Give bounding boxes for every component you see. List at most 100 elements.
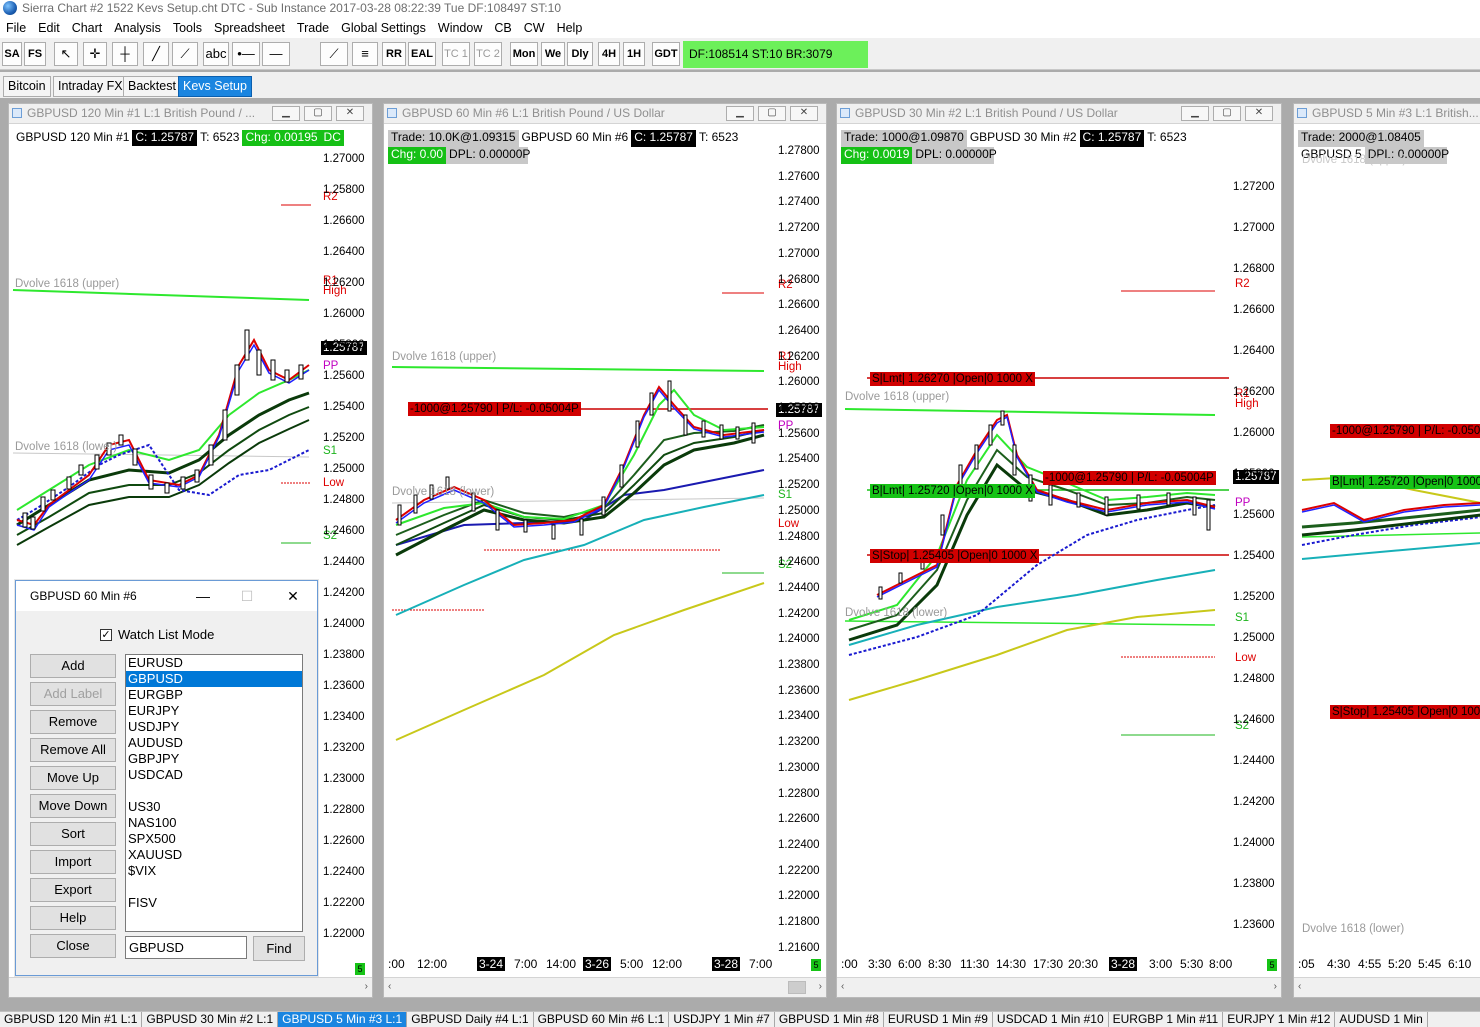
menu-chart[interactable]: Chart <box>66 19 109 38</box>
dialog-title-bar[interactable]: GBPUSD 60 Min #6 — ☐ ✕ <box>16 581 317 611</box>
scroll-right-icon[interactable]: › <box>365 981 368 992</box>
scroll-thumb[interactable] <box>788 981 806 994</box>
position-pl-label[interactable]: -1000@1.25790 | P/L: -0.05004P <box>1043 471 1216 485</box>
bottom-tab[interactable]: GBPUSD 1 Min #8 <box>775 1012 884 1027</box>
remove-all-button[interactable]: Remove All <box>30 738 116 762</box>
bottom-tab[interactable]: USDJPY 1 Min #7 <box>669 1012 775 1027</box>
tab-bitcoin[interactable]: Bitcoin <box>3 76 51 97</box>
close-button[interactable]: ✕ <box>336 106 364 121</box>
menu-analysis[interactable]: Analysis <box>108 19 167 38</box>
list-item[interactable]: SPX500 <box>126 831 302 847</box>
horizontal-line-icon[interactable]: — <box>262 42 290 66</box>
position-pl-label[interactable]: -1000@1.25790 | P/L: -0.0500 <box>1330 424 1480 438</box>
bottom-tab[interactable]: GBPUSD 120 Min #1 L:1 <box>0 1012 143 1027</box>
horizontal-scrollbar[interactable]: ‹ › <box>837 977 1281 997</box>
tab-backtest[interactable]: Backtest <box>123 76 181 97</box>
bottom-tab[interactable]: EURUSD 1 Min #9 <box>884 1012 993 1027</box>
crosshair-icon[interactable]: ✛ <box>83 42 107 66</box>
help-button[interactable]: Help <box>30 906 116 930</box>
bottom-tab[interactable]: GBPUSD 60 Min #6 L:1 <box>534 1012 670 1027</box>
gdt-button[interactable]: GDT <box>652 42 680 66</box>
scroll-right-icon[interactable]: › <box>1274 981 1277 992</box>
fs-button[interactable]: FS <box>24 42 46 66</box>
chart-region-badge[interactable]: 5 <box>355 963 365 975</box>
extended-line-icon[interactable]: ⟋ <box>320 42 348 66</box>
maximize-button[interactable]: ▢ <box>304 106 332 121</box>
1h-button[interactable]: 1H <box>623 42 645 66</box>
horizontal-scrollbar[interactable]: › <box>9 977 372 997</box>
bottom-tab-active[interactable]: GBPUSD 5 Min #3 L:1 <box>278 1012 408 1027</box>
4h-button[interactable]: 4H <box>598 42 620 66</box>
close-button[interactable]: ✕ <box>790 106 818 121</box>
minimize-button[interactable]: ▁ <box>272 106 300 121</box>
tc2-button[interactable]: TC 2 <box>474 42 502 66</box>
chart-plot-area[interactable]: Trade: 2000@1.08405 GBPUSD 5 DPL: 0.0000… <box>1294 125 1480 975</box>
list-item[interactable]: US30 <box>126 799 302 815</box>
menu-spreadsheet[interactable]: Spreadsheet <box>208 19 291 38</box>
sort-button[interactable]: Sort <box>30 822 116 846</box>
tc1-button[interactable]: TC 1 <box>442 42 470 66</box>
calculator-crosshair-icon[interactable]: ┼ <box>112 42 138 66</box>
bottom-tab[interactable]: GBPUSD Daily #4 L:1 <box>407 1012 534 1027</box>
menu-cb[interactable]: CB <box>488 19 517 38</box>
close-button[interactable]: Close <box>30 934 116 958</box>
scroll-left-icon[interactable]: ‹ <box>841 981 844 992</box>
watch-list-mode-checkbox[interactable]: ✓ Watch List Mode <box>100 627 214 642</box>
rr-button[interactable]: RR <box>382 42 406 66</box>
close-icon[interactable]: ✕ <box>271 581 315 611</box>
list-item[interactable] <box>126 879 302 895</box>
buy-limit-order[interactable]: B|Lmt| 1.25720 |Open|0 1000 <box>1330 475 1480 489</box>
chart-title-bar[interactable]: GBPUSD 5 Min #3 L:1 British... <box>1294 104 1480 124</box>
ray-tool-icon[interactable]: ⟋ <box>172 42 198 66</box>
sell-stop-order[interactable]: S|Stop| 1.25405 |Open|0 1000 X <box>870 549 1040 563</box>
list-item[interactable]: EURJPY <box>126 703 302 719</box>
remove-button[interactable]: Remove <box>30 710 116 734</box>
position-pl-label[interactable]: -1000@1.25790 | P/L: -0.05004P <box>408 402 581 416</box>
bottom-tab[interactable]: AUDUSD 1 Min <box>1335 1012 1428 1027</box>
menu-tools[interactable]: Tools <box>167 19 208 38</box>
list-item[interactable]: USDCAD <box>126 767 302 783</box>
list-item[interactable]: FISV <box>126 895 302 911</box>
sa-button[interactable]: SA <box>2 42 22 66</box>
tab-intraday-fx[interactable]: Intraday FX <box>53 76 128 97</box>
chart-region-badge[interactable]: 5 <box>1267 959 1277 971</box>
menu-file[interactable]: File <box>0 19 32 38</box>
horizontal-scrollbar[interactable]: ‹ <box>1294 977 1480 997</box>
list-item[interactable]: NAS100 <box>126 815 302 831</box>
list-item[interactable]: XAUUSD <box>126 847 302 863</box>
checkbox-check-icon[interactable]: ✓ <box>100 628 112 641</box>
chart-region-badge[interactable]: 5 <box>811 959 821 971</box>
symbol-input[interactable]: GBPUSD <box>125 936 247 959</box>
scroll-left-icon[interactable]: ‹ <box>1298 981 1301 992</box>
chart-plot-area[interactable]: Dvolve 1618 (upper) Dvolve 1618 (lower) … <box>837 125 1281 975</box>
menu-help[interactable]: Help <box>551 19 589 38</box>
horizontal-ray-icon[interactable]: •— <box>232 42 260 66</box>
move-up-button[interactable]: Move Up <box>30 766 116 790</box>
maximize-button[interactable]: ▢ <box>1213 106 1241 121</box>
pointer-tool-icon[interactable]: ↖ <box>54 42 78 66</box>
move-down-button[interactable]: Move Down <box>30 794 116 818</box>
find-button[interactable]: Find <box>253 936 305 961</box>
list-item[interactable]: EURUSD <box>126 655 302 671</box>
chart-window-30min[interactable]: GBPUSD 30 Min #2 L:1 British Pound / US … <box>836 103 1282 998</box>
chart-window-60min[interactable]: GBPUSD 60 Min #6 L:1 British Pound / US … <box>383 103 827 998</box>
add-button[interactable]: Add <box>30 654 116 678</box>
fibonacci-icon[interactable]: ≡ <box>352 42 378 66</box>
menu-edit[interactable]: Edit <box>32 19 66 38</box>
list-item[interactable]: USDJPY <box>126 719 302 735</box>
list-item[interactable]: AUDUSD <box>126 735 302 751</box>
minimize-button[interactable]: ▁ <box>726 106 754 121</box>
bottom-tab[interactable]: GBPUSD 30 Min #2 L:1 <box>142 1012 279 1027</box>
chart-plot-area[interactable]: Dvolve 1618 (upper) Dvolve 1618 (lower) … <box>384 125 826 975</box>
list-item[interactable]: $VIX <box>126 863 302 879</box>
list-item[interactable]: GBPJPY <box>126 751 302 767</box>
export-button[interactable]: Export <box>30 878 116 902</box>
import-button[interactable]: Import <box>30 850 116 874</box>
text-tool-icon[interactable]: abc <box>203 42 229 66</box>
we-button[interactable]: We <box>541 42 565 66</box>
bottom-tab[interactable]: EURGBP 1 Min #11 <box>1109 1012 1224 1027</box>
list-item-selected[interactable]: GBPUSD <box>126 671 302 687</box>
scroll-left-icon[interactable]: ‹ <box>388 981 391 992</box>
minimize-icon[interactable]: — <box>181 581 225 611</box>
bottom-tab[interactable]: USDCAD 1 Min #10 <box>993 1012 1109 1027</box>
